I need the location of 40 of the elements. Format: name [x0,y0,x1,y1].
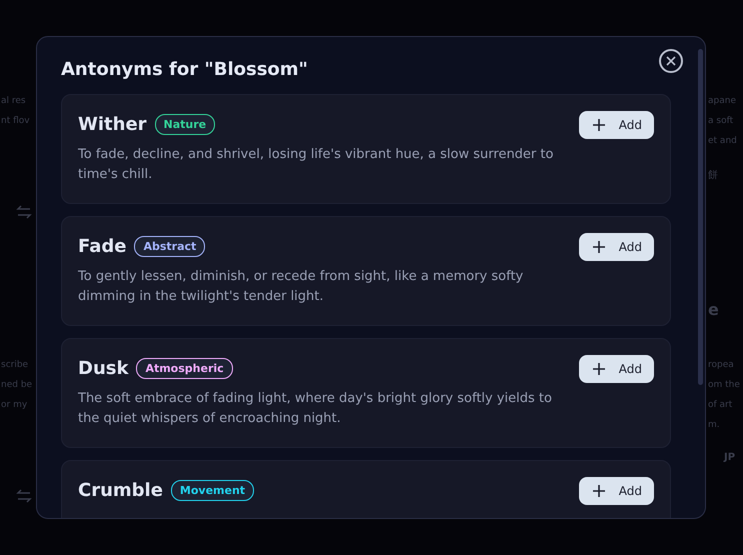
background-text: scribe [1,360,28,370]
plus-icon [592,363,605,375]
dialog-title: Antonyms for "Blossom" [61,59,309,80]
background-tag: JP [724,452,736,463]
antonym-description: To gently lessen, diminish, or recede from sight, like a memory softy dimming in the twilight's tender light. [78,268,524,306]
scrollbar-thumb[interactable] [698,49,703,385]
category-tag: Nature [154,114,216,135]
close-icon [666,56,676,66]
background-text: a soft [708,116,734,126]
add-button[interactable]: Add [578,111,654,139]
category-tag: Atmospheric [136,358,233,379]
background-text: ropea [708,360,734,370]
background-text: apane [708,96,736,106]
background-text: or my [1,400,28,410]
antonym-word: Crumble [78,480,163,501]
add-button[interactable]: Add [578,233,654,261]
antonym-word: Fade [78,236,126,257]
antonym-description: The soft embrace of fading light, where day's bright glory softly yields to the quiet whispers of encroaching night. [78,390,553,428]
swap-arrows-icon [16,489,32,503]
background-text: of art [708,400,732,410]
add-button[interactable]: Add [578,477,654,505]
category-tag: Abstract [134,236,206,257]
background-heading: e [708,300,719,319]
antonym-word: Dusk [78,358,128,379]
plus-icon [592,241,605,253]
background-text: om the [708,380,740,390]
antonym-description: To fade, decline, and shrivel, losing life's vibrant hue, a slow surrender to time's chill. [78,146,554,184]
background-text: et and [708,136,737,146]
background-text: 餅 [708,169,718,182]
background-text: nt flov [1,116,30,126]
add-button[interactable]: Add [578,355,654,383]
swap-arrows-icon [16,205,32,219]
close-button[interactable] [659,49,683,73]
plus-icon [592,485,605,497]
background-text: ned be [1,380,32,390]
antonym-word: Wither [78,114,147,135]
category-tag: Movement [170,480,254,501]
plus-icon [592,119,605,131]
background-text: al res [1,96,26,106]
background-text: m. [708,420,720,430]
